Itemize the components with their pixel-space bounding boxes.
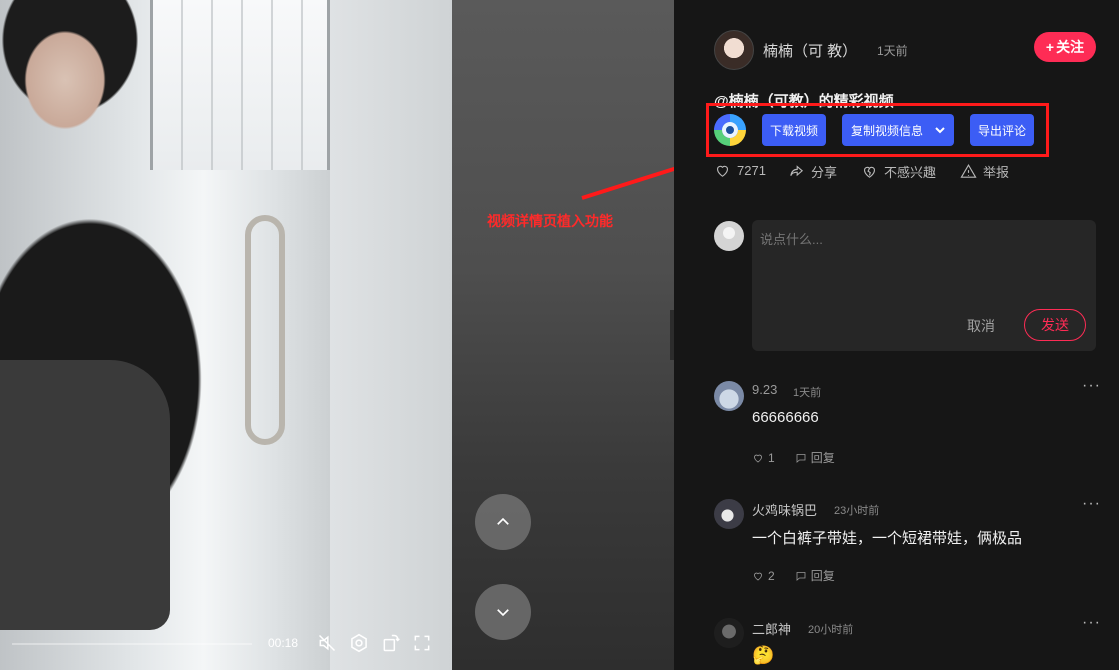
warning-icon: [960, 164, 977, 178]
more-options-icon[interactable]: ···: [1082, 614, 1101, 632]
reply-button[interactable]: 回复: [795, 567, 835, 584]
chevron-up-icon: [497, 517, 509, 525]
comment-item: 9.23 1天前 ··· 66666666 1 回复: [714, 377, 1100, 471]
comment-input[interactable]: [760, 232, 1080, 247]
cancel-button[interactable]: 取消: [967, 316, 995, 336]
report-button[interactable]: 举报: [960, 162, 1009, 181]
comment-meta: 1 回复: [752, 449, 835, 466]
video-background-rack: [245, 215, 285, 445]
comment-like-button[interactable]: 2: [752, 567, 775, 584]
plus-icon: +: [1045, 39, 1055, 55]
author-name[interactable]: 楠楠（可 教）: [763, 40, 857, 61]
comment-item: 火鸡味锅巴 23小时前 ··· 一个白裤子带娃，一个短裙带娃，俩极品 2 回复: [714, 495, 1100, 589]
like-count: 7271: [737, 163, 766, 178]
detail-panel: 楠楠（可 教） 1天前 + 关注 @楠楠（可教）的精彩视频 下载视频 复制视频信…: [674, 0, 1119, 670]
comment-like-count: 2: [768, 568, 775, 583]
commenter-name[interactable]: 二郎神: [752, 619, 791, 638]
next-video-button[interactable]: [475, 584, 531, 640]
download-video-label: 下载视频: [769, 123, 818, 138]
download-video-button[interactable]: 下载视频: [762, 114, 826, 146]
chevron-down-icon: [497, 609, 509, 617]
comment-text: 66666666: [752, 409, 819, 426]
comment-like-button[interactable]: 1: [752, 449, 775, 466]
video-player[interactable]: 00:18 视频详情页植入功能: [0, 0, 674, 670]
video-frame[interactable]: [0, 0, 452, 670]
commenter-name[interactable]: 9.23: [752, 382, 777, 397]
not-interested-label: 不感兴趣: [884, 165, 937, 180]
heart-icon: [754, 572, 762, 580]
video-blurred-backdrop: [452, 0, 674, 670]
fullscreen-icon[interactable]: [411, 632, 433, 654]
comment-icon: [796, 571, 806, 581]
export-comments-button[interactable]: 导出评论: [970, 114, 1034, 146]
send-button[interactable]: 发送: [1024, 309, 1086, 341]
video-background-door: [330, 0, 452, 670]
comment-time: 23小时前: [834, 505, 880, 517]
like-button[interactable]: 7271: [714, 162, 766, 179]
annotation-label: 视频详情页植入功能: [487, 213, 613, 229]
copy-video-info-label: 复制视频信息: [850, 123, 923, 138]
post-time: 1天前: [877, 44, 908, 58]
export-comments-label: 导出评论: [977, 123, 1026, 138]
more-options-icon[interactable]: ···: [1082, 377, 1101, 395]
current-user-avatar: [714, 221, 744, 251]
report-label: 举报: [983, 165, 1010, 180]
commenter-avatar[interactable]: [714, 381, 744, 411]
follow-label: 关注: [1056, 39, 1085, 55]
broken-heart-icon: [863, 166, 876, 178]
share-label: 分享: [811, 165, 838, 180]
rotate-icon[interactable]: [380, 632, 402, 654]
playback-time: 00:18: [268, 636, 299, 650]
video-background-window: [150, 0, 330, 170]
heart-icon: [716, 165, 729, 177]
mute-icon[interactable]: [316, 632, 338, 654]
annotation-arrow: [581, 166, 674, 200]
copy-video-info-button[interactable]: 复制视频信息: [842, 114, 954, 146]
comment-icon: [796, 453, 806, 463]
previous-video-button[interactable]: [475, 494, 531, 550]
share-icon: [790, 165, 804, 177]
heart-icon: [754, 454, 762, 462]
not-interested-button[interactable]: 不感兴趣: [861, 162, 936, 181]
reply-label: 回复: [810, 451, 835, 465]
commenter-avatar[interactable]: [714, 618, 744, 648]
commenter-avatar[interactable]: [714, 499, 744, 529]
comment-time: 20小时前: [808, 624, 854, 636]
plugin-logo-icon[interactable]: [714, 114, 746, 146]
comment-meta: 2 回复: [752, 567, 835, 584]
share-button[interactable]: 分享: [788, 162, 837, 181]
chevron-down-icon: [935, 127, 945, 134]
settings-icon[interactable]: [348, 632, 370, 654]
comment-item: 二郎神 20小时前 ··· 🤔: [714, 614, 1100, 670]
comment-time: 1天前: [793, 387, 822, 399]
comment-text: 一个白裤子带娃，一个短裙带娃，俩极品: [752, 530, 1023, 547]
reply-button[interactable]: 回复: [795, 449, 835, 466]
more-options-icon[interactable]: ···: [1082, 495, 1101, 513]
comment-like-count: 1: [768, 450, 775, 465]
video-subject: [0, 360, 170, 630]
comment-text: 🤔: [752, 645, 775, 665]
follow-button[interactable]: + 关注: [1034, 32, 1096, 62]
reply-label: 回复: [810, 569, 835, 583]
progress-bar[interactable]: [12, 643, 252, 645]
commenter-name[interactable]: 火鸡味锅巴: [752, 500, 817, 519]
author-avatar[interactable]: [714, 30, 754, 70]
